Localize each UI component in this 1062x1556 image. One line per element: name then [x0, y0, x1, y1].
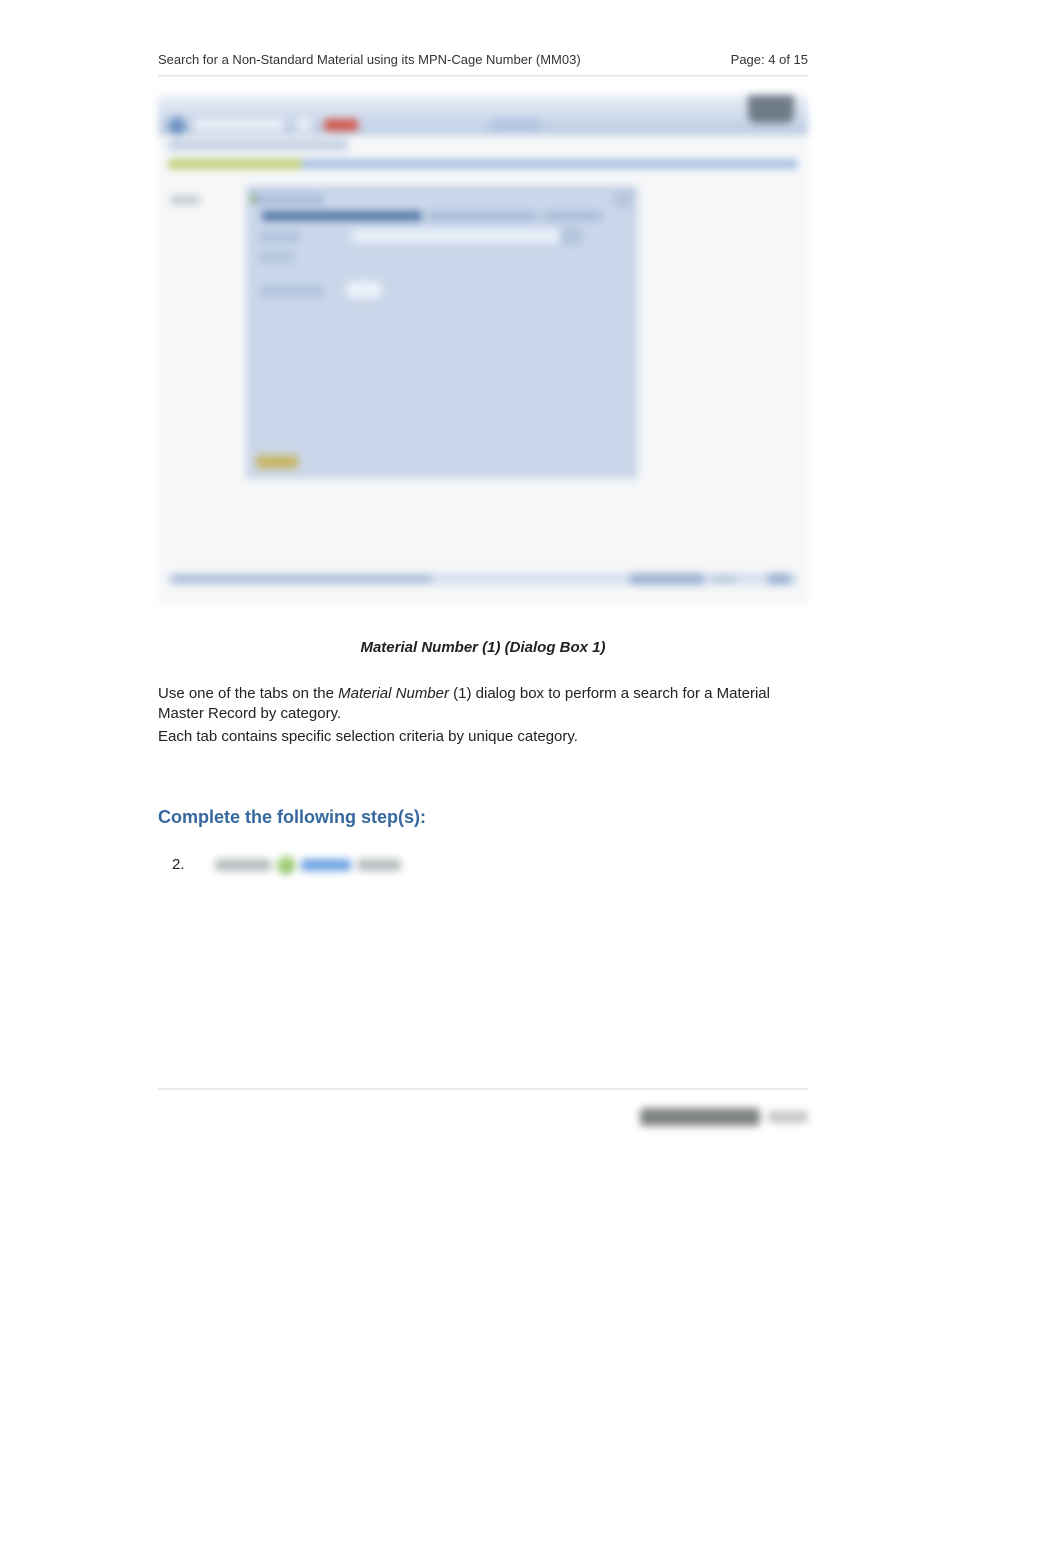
start-search-icon: [277, 856, 295, 874]
page-header: Search for a Non-Standard Material using…: [158, 52, 808, 67]
footer-rule: [158, 1088, 808, 1090]
p1-pre: Use one of the tabs on the: [158, 685, 338, 702]
doc-title: Search for a Non-Standard Material using…: [158, 52, 581, 67]
sap-screenshot-blurred: [158, 95, 808, 605]
footer-blurred: [158, 1108, 808, 1126]
paragraph-1: Use one of the tabs on the Material Numb…: [158, 684, 808, 723]
header-rule: [158, 75, 808, 77]
figure-caption: Material Number (1) (Dialog Box 1): [158, 639, 808, 656]
page-number: Page: 4 of 15: [731, 52, 808, 67]
p1-ital: Material Number: [338, 685, 449, 702]
section-heading: Complete the following step(s):: [158, 807, 808, 828]
step-number: 2.: [172, 856, 185, 873]
paragraph-2: Each tab contains specific selection cri…: [158, 727, 808, 747]
step-row: 2.: [158, 856, 808, 874]
step-content-blurred: [215, 856, 401, 874]
